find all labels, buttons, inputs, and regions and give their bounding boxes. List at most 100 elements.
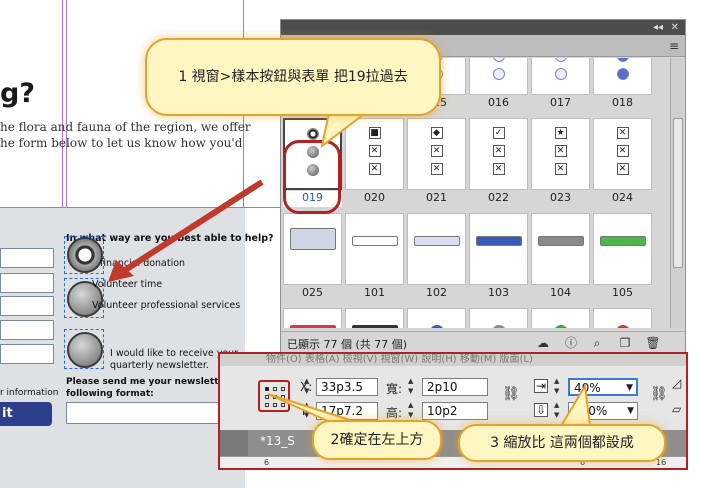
scale-y-stepper[interactable] [554, 401, 564, 421]
height-stepper[interactable] [408, 401, 418, 421]
reference-point-dot[interactable] [281, 387, 285, 391]
sample-cell[interactable] [531, 213, 590, 285]
sample-cell[interactable] [469, 308, 528, 328]
constrain-scale-icon[interactable]: ⛓ [650, 386, 668, 402]
radio-button-selected[interactable] [67, 237, 103, 273]
sample-cell[interactable] [407, 213, 466, 285]
scroll-thumb[interactable] [673, 118, 683, 268]
sample-preview-icon: ◆ ✕ ✕ [408, 119, 465, 189]
sample-preview-icon [284, 214, 341, 284]
trash-icon[interactable]: 🗑 [645, 335, 661, 351]
sample-preview-icon [346, 309, 403, 328]
sample-cell-label: 023 [531, 191, 590, 207]
width-input[interactable]: 2p10 [422, 378, 488, 396]
option-label: quarterly newsletter. [110, 360, 209, 371]
height-input[interactable]: 10p2 [422, 402, 488, 420]
callout-step-3: 3 縮放比 這兩個都設成 [458, 424, 666, 462]
sample-preview-icon: ✓ ✕ ✕ [470, 119, 527, 189]
reference-point-dot[interactable] [265, 387, 269, 391]
height-label: 高: [386, 406, 403, 420]
submit-button[interactable]: it [0, 402, 52, 426]
width-label: 寬: [386, 382, 403, 396]
sample-preview-icon [594, 214, 651, 284]
sample-cell[interactable] [283, 308, 342, 328]
y-input[interactable]: 17p7.2 [316, 402, 378, 420]
sample-cell[interactable] [407, 308, 466, 328]
cloud-icon[interactable]: ☁ [535, 335, 551, 351]
sample-cell[interactable] [593, 58, 652, 95]
panel-title-bar[interactable]: ◂◂ ✕ [281, 20, 685, 35]
sample-preview-icon [470, 309, 527, 328]
document-tab[interactable]: *13_S [260, 434, 295, 448]
reference-point-dot[interactable] [273, 395, 277, 399]
sample-preview-icon: ★ ✕ ✕ [554, 127, 567, 175]
sample-cell[interactable] [593, 213, 652, 285]
sample-cell-label: 101 [345, 286, 404, 302]
highlight-ring [283, 140, 341, 214]
x-input[interactable]: 33p3.5 [316, 378, 378, 396]
sample-cell[interactable] [531, 58, 590, 95]
panel-status-bar: 已顯示 77 個 (共 77 個) ☁ ⓘ ⌕ ❐ 🗑 [281, 331, 685, 353]
scale-y-icon: ⇩ [534, 403, 548, 417]
y-stepper[interactable] [304, 401, 314, 421]
sample-cell-label: 102 [407, 286, 466, 302]
option-label: Volunteer time [92, 279, 163, 290]
width-stepper[interactable] [408, 377, 418, 397]
sample-cell[interactable]: ✕ ✕ ✕ [593, 118, 652, 190]
sample-cell[interactable]: ■ ✕ ✕ [345, 118, 404, 190]
sample-preview-icon [532, 309, 589, 328]
sample-preview-icon [594, 58, 651, 94]
sample-cell-label: 020 [345, 191, 404, 207]
sample-preview-icon [408, 214, 465, 284]
new-icon[interactable]: ❐ [617, 335, 633, 351]
intro-text-line: he flora and fauna of the region, we off… [0, 120, 251, 134]
sample-cell-label: 016 [469, 96, 528, 112]
shear-icon[interactable]: ▱ [672, 402, 681, 416]
reference-point-dot[interactable] [265, 395, 269, 399]
sample-cell-label: 022 [469, 191, 528, 207]
info-icon[interactable]: ⓘ [563, 335, 579, 351]
reference-point-dot[interactable] [273, 387, 277, 391]
radio-button[interactable] [67, 332, 103, 368]
sample-cell[interactable] [469, 213, 528, 285]
reference-point-dot[interactable] [281, 403, 285, 407]
close-icon[interactable]: ✕ [671, 20, 679, 35]
sample-cell[interactable]: ✓ ✕ ✕ [469, 118, 528, 190]
form-field[interactable] [0, 296, 54, 316]
reference-point-dot[interactable] [265, 403, 269, 407]
option-label: Volunteer professional services [92, 300, 241, 311]
sample-cell[interactable]: ★ ✕ ✕ [531, 118, 590, 190]
sample-cell[interactable] [345, 213, 404, 285]
search-icon[interactable]: ⌕ [589, 335, 605, 351]
form-field[interactable] [0, 248, 54, 268]
sample-preview-icon [346, 214, 403, 284]
reference-point-icon[interactable] [258, 380, 290, 412]
sample-preview-icon [470, 58, 527, 94]
scale-x-stepper[interactable] [554, 377, 564, 397]
x-stepper[interactable] [304, 377, 314, 397]
sample-cell[interactable] [345, 308, 404, 328]
menu-bar[interactable]: 物件(O) 表格(A) 檢視(V) 視窗(W) 說明(H) 移動(M) 版面(L… [220, 354, 686, 366]
reference-point-dot[interactable] [281, 395, 285, 399]
constrain-proportions-icon[interactable]: ⛓ [502, 386, 520, 402]
sample-cell[interactable] [531, 308, 590, 328]
intro-text-line: he form below to let us know how you'd [0, 136, 243, 150]
panel-menu-icon[interactable]: ≡ [669, 39, 679, 53]
callout-step-1: 1 視窗>樣本按鈕與表單 把19拉過去 [145, 38, 441, 116]
form-field[interactable] [0, 320, 54, 340]
rotate-icon[interactable]: ◿ [672, 376, 681, 390]
sample-preview-icon [532, 58, 589, 94]
sample-cell[interactable] [283, 213, 342, 285]
sample-cell[interactable] [593, 308, 652, 328]
form-field[interactable] [0, 273, 54, 293]
scale-y-input[interactable]: 100% ▼ [568, 402, 638, 420]
form-field[interactable] [0, 344, 54, 364]
panel-scrollbar[interactable] [670, 58, 684, 328]
reference-point-dot[interactable] [273, 403, 277, 407]
collapse-icon[interactable]: ◂◂ [653, 20, 663, 35]
sample-cell[interactable]: ◆ ✕ ✕ [407, 118, 466, 190]
scale-x-input[interactable]: 40% ▼ [568, 378, 638, 396]
sample-cell-label: 018 [593, 96, 652, 112]
sample-cell[interactable] [469, 58, 528, 95]
callout-step-2: 2確定在左上方 [312, 420, 442, 460]
